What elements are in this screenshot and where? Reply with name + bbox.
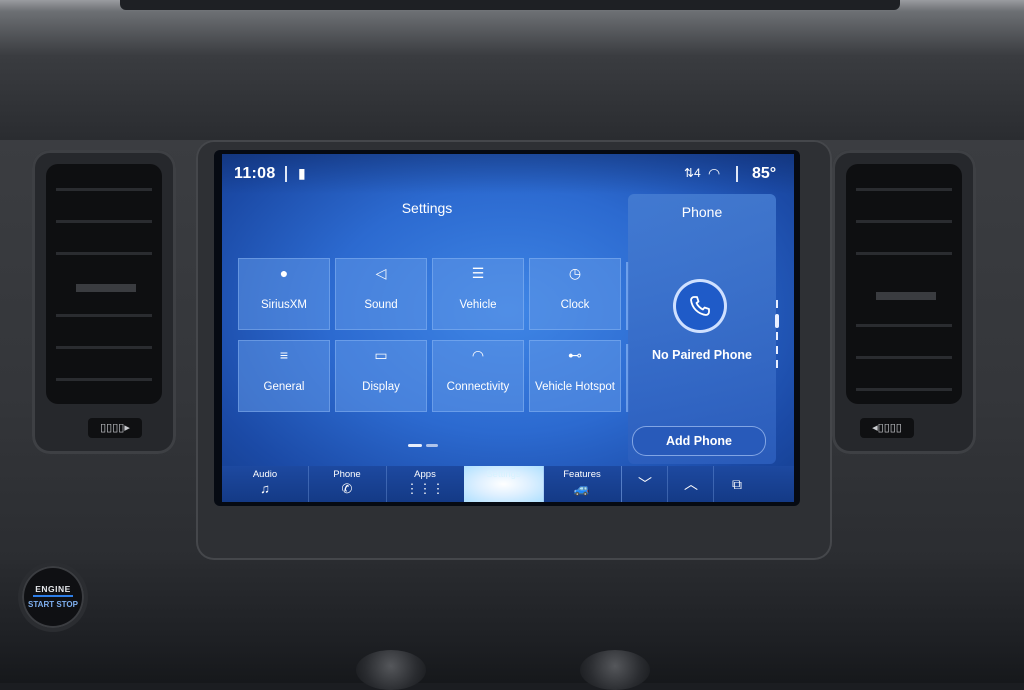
tile-label: Vehicle Hotspot (535, 381, 615, 393)
screen-display: 11:08 ▮ ⇅4 ◠ 85° Settings ● SiriusXM ◁ Soun… (222, 154, 794, 502)
scroll-segment (776, 300, 778, 308)
lower-dashboard (0, 560, 1024, 683)
settings-tile-connectivity[interactable]: ◠ Connectivity (432, 340, 524, 412)
vent-slat (56, 252, 152, 255)
vent-dial[interactable]: ◂▯▯▯▯ (860, 418, 914, 438)
tile-label: Vehicle (459, 299, 497, 311)
dashboard-trim (120, 0, 900, 10)
phone-panel-title: Phone (681, 204, 723, 220)
vent-tab[interactable] (76, 284, 136, 292)
clock-icon: ◷ (568, 265, 582, 281)
chevron-down-icon: ﹀ (638, 476, 652, 492)
signal-arrows-icon: ⇅4 (684, 166, 701, 180)
page-title: Settings (401, 200, 453, 216)
nav-tab-apps[interactable]: Apps ⋮⋮⋮ (386, 466, 465, 502)
phone-icon[interactable] (676, 282, 724, 330)
pairing-status: No Paired Phone (651, 348, 753, 362)
vent-slat (56, 378, 152, 381)
nav-tab-label: Audio (252, 469, 278, 480)
nav-tab-label: Phone (333, 469, 361, 480)
car-icon: 🚙 (573, 481, 591, 496)
phone-icon: ✆ (341, 481, 353, 496)
settings-tile-display[interactable]: ▭ Display (335, 340, 427, 412)
settings-tile-sound[interactable]: ◁ Sound (335, 258, 427, 330)
settings-tile-vehicle-hotspot[interactable]: ⊷ Vehicle Hotspot (529, 340, 621, 412)
control-knob-right[interactable] (580, 650, 650, 690)
page-dot[interactable] (426, 444, 438, 447)
sliders-icon: ≡ (279, 347, 289, 363)
wifi-icon: ◠ (471, 347, 485, 363)
phone-panel: Phone No Paired Phone Add Phone (628, 194, 776, 464)
vent-slat (856, 220, 952, 223)
vent-slat (56, 188, 152, 191)
vent-slat (856, 388, 952, 391)
bottom-nav-bar: Audio ♫ Phone ✆ Apps ⋮⋮⋮ Settings Features 🚙 ﹀ ︿ ⧉ (222, 466, 794, 502)
panel-scrollbar[interactable] (775, 300, 780, 370)
start-stop-label: START STOP (28, 600, 78, 609)
tile-label: General (263, 381, 305, 393)
control-knob-left[interactable] (356, 650, 426, 690)
nav-tab-label: Settings (486, 469, 521, 480)
vent-slat (56, 220, 152, 223)
collapse-panel-button[interactable]: ﹀ (621, 466, 668, 502)
engine-start-stop-button[interactable]: ENGINE START STOP (22, 566, 84, 628)
nav-tab-label: Apps (414, 469, 436, 480)
vent-tab[interactable] (876, 292, 936, 300)
music-note-icon: ♫ (260, 481, 270, 496)
outside-temperature: 85° (752, 165, 777, 182)
chevron-up-icon: ︿ (684, 476, 698, 492)
scroll-segment (776, 332, 778, 340)
vent-slat (56, 346, 152, 349)
scroll-segment (776, 346, 778, 354)
expand-panel-button[interactable]: ︿ (667, 466, 714, 502)
clock-time: 11:08 (234, 165, 276, 182)
tile-label: Connectivity (446, 381, 510, 393)
nav-tab-settings[interactable]: Settings (464, 466, 544, 502)
hotspot-icon: ⊷ (568, 347, 582, 363)
wifi-icon: ◠ (708, 165, 721, 181)
phone-device-icon: ▮ (298, 165, 306, 181)
infotainment-screen: 11:08 ▮ ⇅4 ◠ 85° Settings ● SiriusXM ◁ Soun… (214, 150, 800, 506)
add-phone-button[interactable]: Add Phone (632, 426, 766, 456)
tile-label: Clock (560, 299, 590, 311)
vent-grille (846, 164, 962, 404)
settings-tile-general[interactable]: ≡ General (238, 340, 330, 412)
tile-label: Sound (364, 299, 398, 311)
page-dot-active (408, 444, 422, 447)
nav-tab-label: Features (563, 469, 601, 480)
air-vent-left[interactable]: ▯▯▯▯▸ (32, 150, 176, 454)
vent-dial[interactable]: ▯▯▯▯▸ (88, 418, 142, 438)
nav-tab-phone[interactable]: Phone ✆ (308, 466, 387, 502)
scroll-segment (776, 360, 778, 368)
multitask-button[interactable]: ⧉ (713, 466, 760, 502)
speaker-icon: ◁ (375, 265, 387, 281)
vent-slat (856, 356, 952, 359)
scroll-thumb[interactable] (775, 314, 779, 328)
dashboard-top (0, 0, 1024, 140)
display-icon: ▭ (374, 347, 388, 363)
apps-grid-icon: ⋮⋮⋮ (405, 481, 445, 496)
siriusxm-icon: ● (279, 265, 289, 281)
tile-label: SiriusXM (260, 299, 307, 311)
status-bar: 11:08 ▮ ⇅4 ◠ 85° (222, 154, 794, 194)
engine-divider (33, 595, 73, 597)
status-divider (285, 166, 287, 182)
settings-tile-clock[interactable]: ◷ Clock (529, 258, 621, 330)
air-vent-right[interactable]: ◂▯▯▯▯ (832, 150, 976, 454)
vent-slat (856, 188, 952, 191)
nav-tab-features[interactable]: Features 🚙 (543, 466, 622, 502)
tile-label: Display (362, 381, 400, 393)
settings-tile-siriusxm[interactable]: ● SiriusXM (238, 258, 330, 330)
vehicle-settings-icon: ☰ (471, 265, 485, 281)
vent-slat (856, 252, 952, 255)
stacked-windows-icon: ⧉ (732, 476, 742, 492)
vent-grille (46, 164, 162, 404)
vent-slat (56, 314, 152, 317)
vent-slat (856, 324, 952, 327)
settings-tile-vehicle[interactable]: ☰ Vehicle (432, 258, 524, 330)
engine-label: ENGINE (35, 584, 71, 594)
nav-tab-audio[interactable]: Audio ♫ (222, 466, 309, 502)
status-divider (736, 166, 738, 182)
